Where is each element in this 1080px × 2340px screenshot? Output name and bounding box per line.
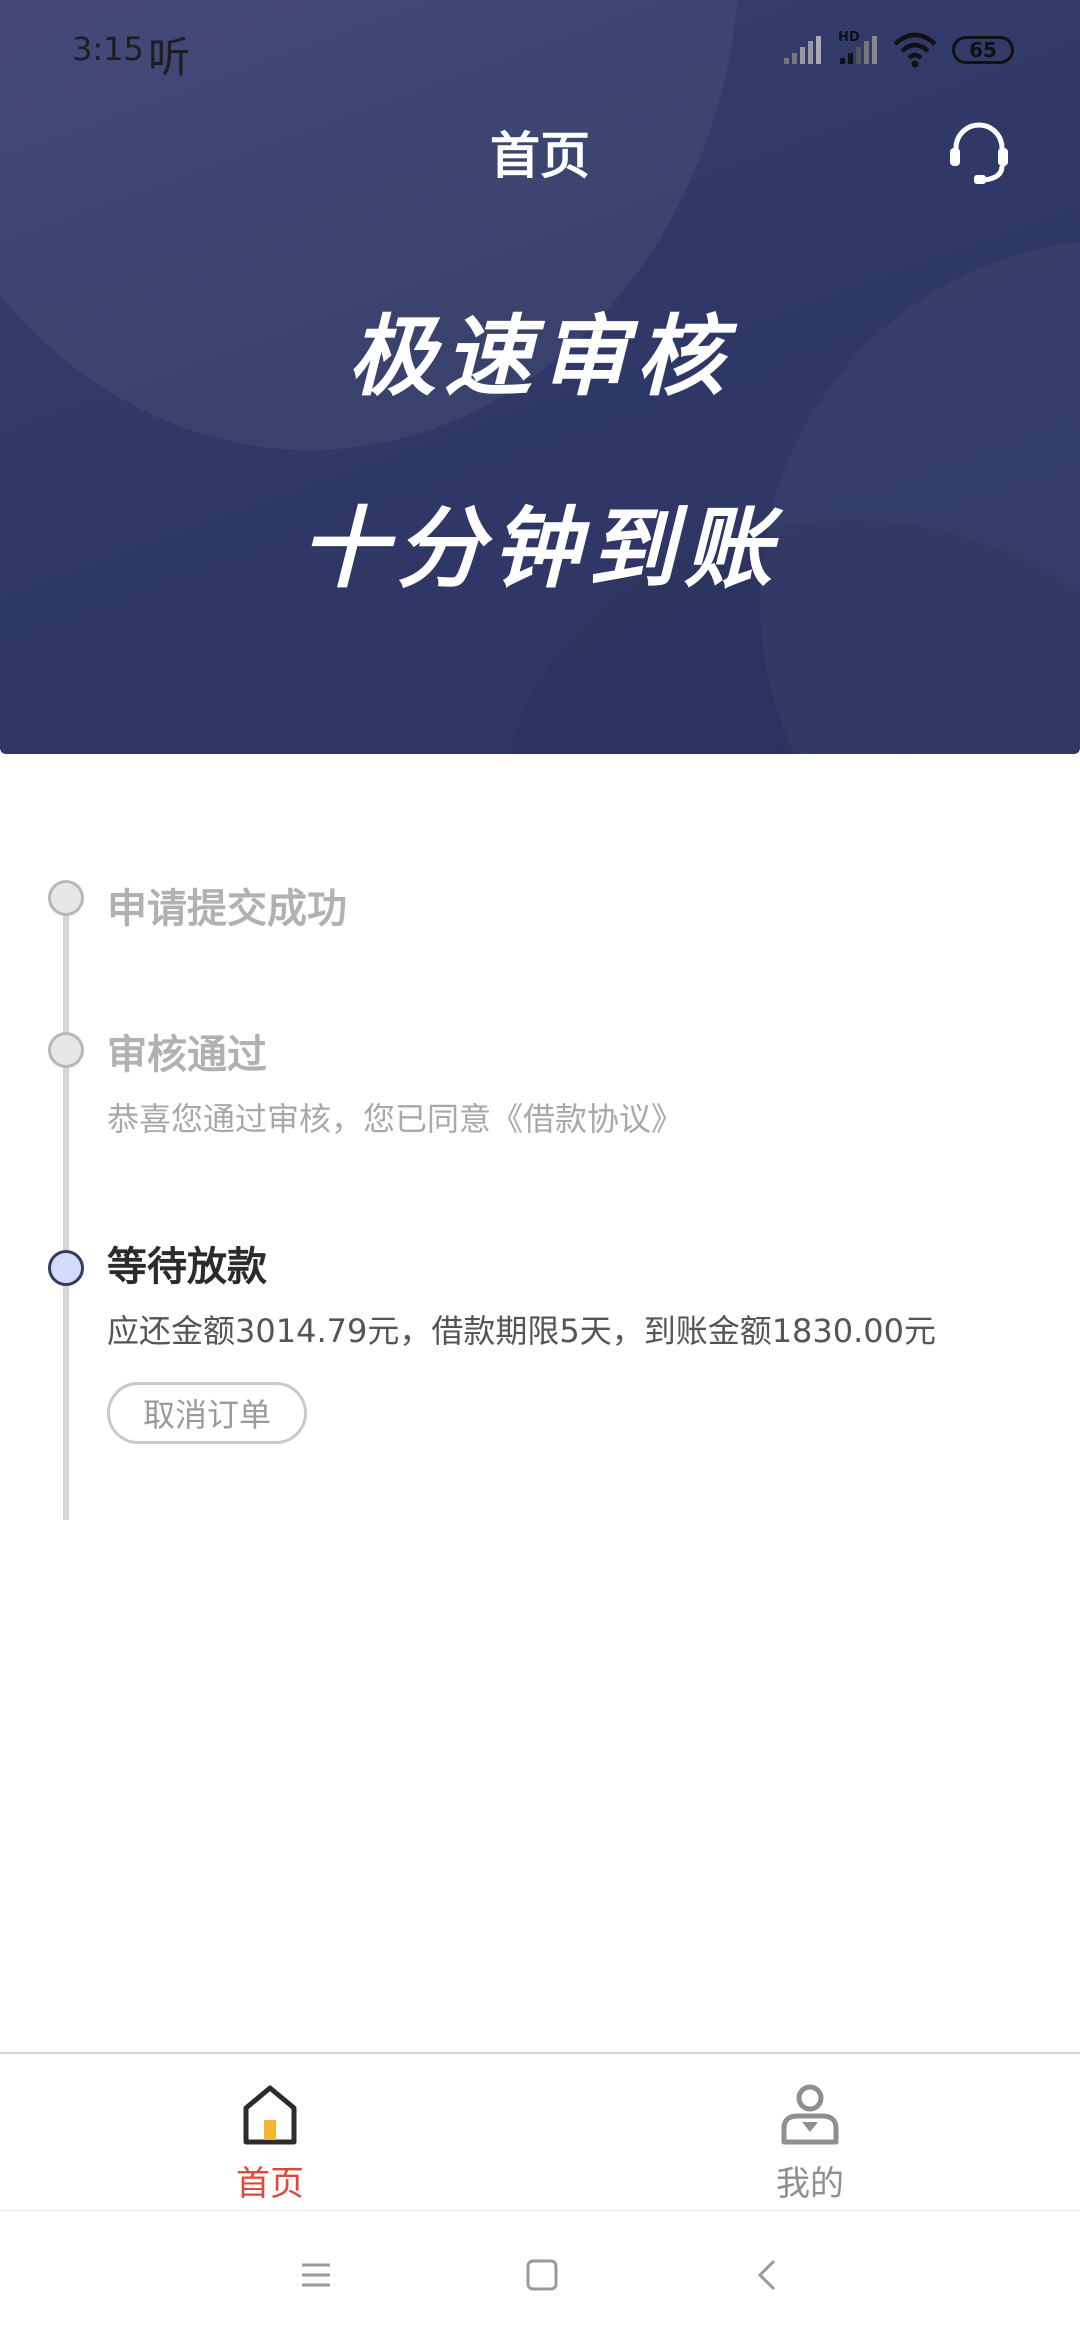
battery-level: 65 [969, 38, 997, 62]
tab-home-label: 首页 [236, 2164, 304, 2204]
signal-icon [784, 36, 821, 64]
tab-mine-label: 我的 [776, 2164, 844, 2204]
status-time: 3:15 [72, 30, 144, 68]
step-desc-approved: 恭喜您通过审核，您已同意《借款协议》 [107, 1100, 684, 1138]
bottom-tab-bar: 首页 我的 [0, 2052, 1080, 2210]
step-dot-submitted [48, 880, 84, 916]
timeline-connector [63, 900, 69, 1520]
loan-progress-timeline: 申请提交成功 审核通过 恭喜您通过审核，您已同意《借款协议》 等待放款 应还金额… [0, 754, 1080, 2054]
cancel-order-button[interactable]: 取消订单 [107, 1382, 307, 1444]
headset-icon[interactable] [944, 118, 1014, 188]
wifi-icon [893, 32, 937, 68]
header-banner: 3:15 听 HD 65 首页 极速审核 十分钟到账 [0, 0, 1080, 754]
step-title-submitted: 申请提交成功 [107, 886, 347, 932]
user-icon [781, 2084, 839, 2145]
listen-app-indicator: 听 [148, 33, 191, 82]
step-title-approved: 审核通过 [107, 1032, 267, 1078]
step-title-awaiting-payout: 等待放款 [107, 1244, 267, 1290]
battery-indicator: 65 [952, 36, 1014, 64]
signal-hd-icon [840, 36, 877, 64]
slogan-line-2: 十分钟到账 [299, 497, 780, 600]
step-dot-awaiting-payout [48, 1250, 84, 1286]
tab-mine[interactable]: 我的 [540, 2054, 1080, 2212]
step-desc-awaiting-payout: 应还金额3014.79元，借款期限5天，到账金额1830.00元 [107, 1312, 937, 1350]
menu-icon[interactable] [296, 2255, 336, 2295]
home-square-icon[interactable] [522, 2255, 562, 2295]
back-icon[interactable] [748, 2255, 788, 2295]
page-title: 首页 [490, 127, 590, 185]
system-navigation-bar [0, 2210, 1080, 2340]
status-bar: 3:15 听 HD 65 [0, 0, 1080, 100]
tab-home[interactable]: 首页 [0, 2054, 540, 2212]
home-icon [243, 2085, 297, 2145]
slogan-line-1: 极速审核 [347, 305, 732, 408]
step-dot-approved [48, 1032, 84, 1068]
